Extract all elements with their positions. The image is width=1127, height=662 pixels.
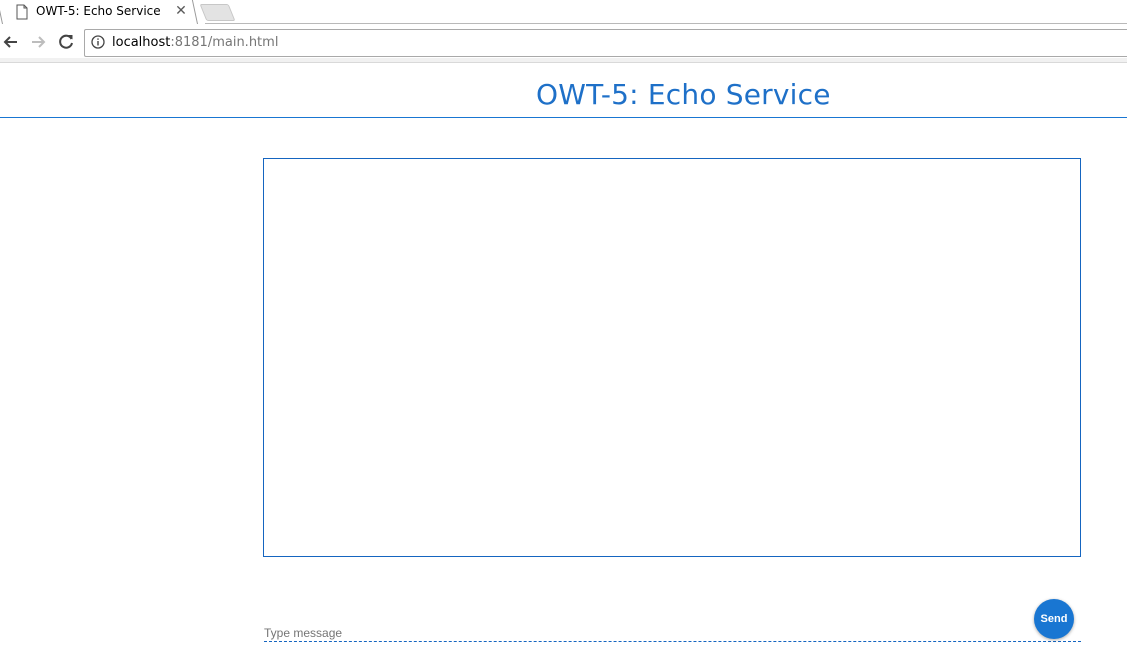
page-header: OWT-5: Echo Service bbox=[0, 62, 1127, 118]
message-composer: Send bbox=[263, 596, 1081, 646]
close-icon[interactable]: ✕ bbox=[173, 3, 189, 19]
browser-toolbar: localhost:8181/main.html bbox=[0, 24, 1127, 62]
forward-arrow-icon[interactable] bbox=[27, 31, 49, 53]
browser-tab-content[interactable]: OWT-5: Echo Service ✕ bbox=[0, 0, 200, 24]
address-bar[interactable]: localhost:8181/main.html bbox=[84, 29, 1127, 57]
url-text[interactable]: localhost:8181/main.html bbox=[112, 35, 278, 50]
send-button[interactable]: Send bbox=[1034, 599, 1074, 639]
tab-title: OWT-5: Echo Service bbox=[36, 4, 161, 18]
url-path: :8181/main.html bbox=[170, 35, 279, 50]
echo-output-panel bbox=[263, 158, 1081, 557]
back-arrow-icon[interactable] bbox=[0, 31, 22, 53]
browser-tabstrip: OWT-5: Echo Service ✕ bbox=[0, 0, 1127, 26]
new-tab-button[interactable] bbox=[199, 4, 236, 21]
url-host: localhost bbox=[112, 35, 171, 50]
page-icon bbox=[16, 4, 28, 20]
info-icon[interactable] bbox=[91, 35, 105, 49]
message-input[interactable] bbox=[264, 624, 1081, 642]
reload-icon[interactable] bbox=[55, 31, 77, 53]
page-title: OWT-5: Echo Service bbox=[536, 78, 831, 111]
